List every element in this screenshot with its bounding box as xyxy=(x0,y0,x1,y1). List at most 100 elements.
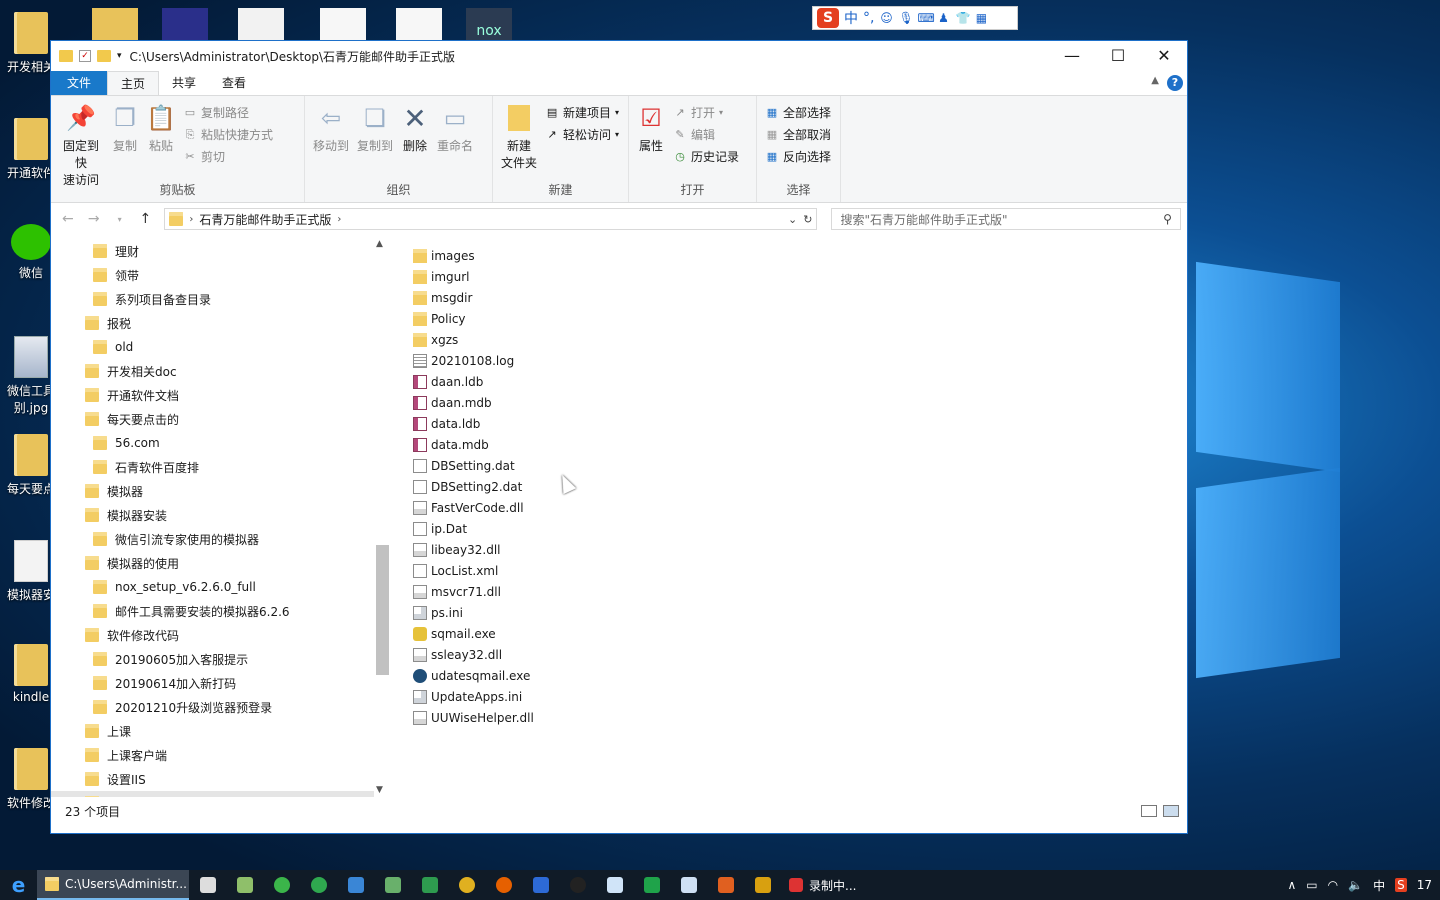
tab-file[interactable]: 文件 xyxy=(51,71,107,95)
volume-muted-icon[interactable]: 🔈 xyxy=(1348,878,1363,892)
tree-item[interactable]: 石青软件百度排 xyxy=(51,455,391,479)
chevron-right-icon[interactable]: › xyxy=(337,214,341,225)
details-view-icon[interactable] xyxy=(1141,805,1157,817)
file-item[interactable]: DBSetting2.dat xyxy=(413,476,1187,497)
tree-item[interactable]: nox_setup_v6.2.6.0_full xyxy=(51,575,391,599)
file-item[interactable]: ps.ini xyxy=(413,602,1187,623)
qq-icon[interactable] xyxy=(559,870,596,900)
tab-home[interactable]: 主页 xyxy=(107,71,160,95)
tree-item[interactable]: 系列项目备查目录 xyxy=(51,287,391,311)
tab-share[interactable]: 共享 xyxy=(159,71,209,95)
edge-icon[interactable]: e xyxy=(0,870,37,900)
back-arrow-icon[interactable]: ← xyxy=(57,211,79,227)
file-item[interactable]: udatesqmail.exe xyxy=(413,665,1187,686)
file-item[interactable]: ssleay32.dll xyxy=(413,644,1187,665)
mail-icon[interactable] xyxy=(337,870,374,900)
orange-app-icon[interactable] xyxy=(707,870,744,900)
select-all-button[interactable]: ▦ 全部选择 xyxy=(765,104,831,121)
firefox-icon[interactable] xyxy=(485,870,522,900)
properties-check-icon[interactable]: ✓ xyxy=(79,50,91,62)
tree-item[interactable]: 开通软件文档 xyxy=(51,383,391,407)
file-item[interactable]: daan.mdb xyxy=(413,392,1187,413)
refresh-icon[interactable]: ↻ xyxy=(803,213,812,226)
network-icon[interactable]: ◠ xyxy=(1328,878,1338,892)
collapse-ribbon-icon[interactable]: ▲ xyxy=(1151,75,1159,86)
tree-item[interactable]: 上课 xyxy=(51,719,391,743)
shirt-icon[interactable]: 👕 xyxy=(955,11,970,25)
help-icon[interactable]: ? xyxy=(1167,75,1183,91)
user-icon[interactable]: ♟ xyxy=(936,11,950,25)
shield-app-icon[interactable] xyxy=(522,870,559,900)
tree-item[interactable]: 开发相关doc xyxy=(51,359,391,383)
desktop-top-icon-3[interactable] xyxy=(238,8,284,44)
link-app-icon[interactable] xyxy=(596,870,633,900)
tree-item[interactable]: 理财 xyxy=(51,239,391,263)
address-dropdown-icon[interactable]: ⌄ xyxy=(788,213,797,226)
taskbar-recording[interactable]: 录制中... xyxy=(781,877,871,894)
easy-access-button[interactable]: ↗ 轻松访问 ▾ xyxy=(545,126,619,143)
clock[interactable]: 17 xyxy=(1417,878,1432,892)
tree-item[interactable]: 模拟器安装 xyxy=(51,503,391,527)
new-folder-icon[interactable] xyxy=(97,50,111,62)
file-item[interactable]: 20210108.log xyxy=(413,350,1187,371)
paste-shortcut-button[interactable]: ⎘ 粘贴快捷方式 xyxy=(183,126,273,143)
recent-dropdown-icon[interactable]: ▾ xyxy=(109,215,131,224)
close-button[interactable]: ✕ xyxy=(1141,41,1187,71)
address-bar[interactable]: › 石青万能邮件助手正式版 › ⌄ ↻ xyxy=(164,208,818,230)
ime-punctuation[interactable]: °, xyxy=(863,10,874,26)
invert-selection-button[interactable]: ▦ 反向选择 xyxy=(765,148,831,165)
open-button[interactable]: ↗ 打开 ▾ xyxy=(673,104,739,121)
file-item[interactable]: data.mdb xyxy=(413,434,1187,455)
file-item[interactable]: ip.Dat xyxy=(413,518,1187,539)
nav-scrollbar[interactable]: ▲ ▼ xyxy=(374,235,391,797)
edit-button[interactable]: ✎ 编辑 xyxy=(673,126,739,143)
up-arrow-icon[interactable]: ↑ xyxy=(134,211,156,227)
file-item[interactable]: DBSetting.dat xyxy=(413,455,1187,476)
tree-item[interactable]: 20190605加入客服提示 xyxy=(51,647,391,671)
search-box[interactable]: 搜索"石青万能邮件助手正式版" ⚲ xyxy=(831,208,1181,230)
desktop-top-icon-nox[interactable]: nox xyxy=(466,8,512,44)
file-item[interactable]: sqmail.exe xyxy=(413,623,1187,644)
customize-dropdown-icon[interactable]: ▾ xyxy=(117,51,122,61)
file-item[interactable]: UpdateApps.ini xyxy=(413,686,1187,707)
scroll-down-icon[interactable]: ▼ xyxy=(376,785,383,795)
grid-icon[interactable]: ▦ xyxy=(974,11,988,25)
battery-icon[interactable]: ▭ xyxy=(1306,878,1317,892)
keyboard-icon[interactable]: ⌨ xyxy=(917,11,934,25)
tool-icon[interactable] xyxy=(374,870,411,900)
desktop-top-icon-1[interactable] xyxy=(92,8,138,44)
file-item[interactable]: imgurl xyxy=(413,266,1187,287)
yellow-app-icon[interactable] xyxy=(448,870,485,900)
tree-item[interactable]: old xyxy=(51,335,391,359)
file-item[interactable]: images xyxy=(413,245,1187,266)
tree-item[interactable]: 56.com xyxy=(51,431,391,455)
tab-view[interactable]: 查看 xyxy=(209,71,259,95)
breadcrumb-current[interactable]: 石青万能邮件助手正式版 xyxy=(199,211,331,228)
tree-item[interactable]: 报税 xyxy=(51,311,391,335)
file-item[interactable]: data.ldb xyxy=(413,413,1187,434)
file-item[interactable]: msgdir xyxy=(413,287,1187,308)
browser-360-icon[interactable] xyxy=(263,870,300,900)
desktop-top-icon-5[interactable] xyxy=(396,8,442,44)
ime-mode[interactable]: 中 xyxy=(844,8,858,28)
file-item[interactable]: LocList.xml xyxy=(413,560,1187,581)
microphone-icon[interactable]: 🎙 xyxy=(898,11,913,25)
tree-item[interactable]: 上课客户端 xyxy=(51,743,391,767)
history-button[interactable]: ◷ 历史记录 xyxy=(673,148,739,165)
bird-app-icon[interactable] xyxy=(670,870,707,900)
search-icon[interactable]: ⚲ xyxy=(1163,212,1172,226)
desktop-top-icon-4[interactable] xyxy=(320,8,366,44)
notepad-icon[interactable] xyxy=(226,870,263,900)
minimize-button[interactable]: — xyxy=(1049,41,1095,71)
file-item[interactable]: FastVerCode.dll xyxy=(413,497,1187,518)
new-item-button[interactable]: ▤ 新建项目 ▾ xyxy=(545,104,619,121)
tree-item[interactable]: 20201210升级浏览器预登录 xyxy=(51,695,391,719)
tray-expand-icon[interactable]: ∧ xyxy=(1288,878,1297,892)
tree-item[interactable]: 每天要点击的 xyxy=(51,407,391,431)
file-item[interactable]: libeay32.dll xyxy=(413,539,1187,560)
tray-ime-mode[interactable]: 中 xyxy=(1373,877,1385,894)
fireworks-icon[interactable] xyxy=(744,870,781,900)
file-item[interactable]: Policy xyxy=(413,308,1187,329)
green-arrow-icon[interactable] xyxy=(411,870,448,900)
green-browser-icon[interactable] xyxy=(300,870,337,900)
